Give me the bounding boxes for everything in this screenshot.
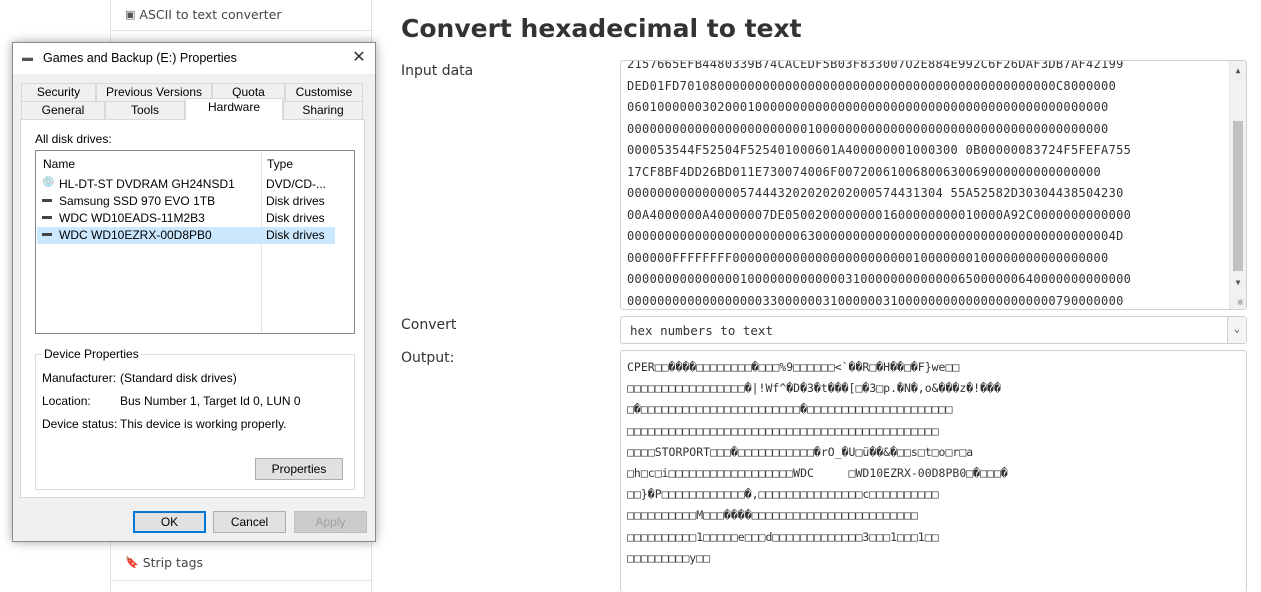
optical-drive-icon: 💿: [42, 177, 55, 188]
drive-row-selected[interactable]: ▬ WDC WD10EZRX-00D8PB0 Disk drives: [37, 227, 335, 244]
disk-drive-icon: ▬: [42, 228, 52, 239]
tab-security[interactable]: Security: [21, 83, 96, 101]
properties-dialog: ▬ Games and Backup (E:) Properties ✕ Sec…: [12, 42, 376, 542]
input-label: Input data: [401, 63, 474, 79]
drive-type: Disk drives: [266, 194, 325, 208]
page-title: Convert hexadecimal to text: [401, 14, 802, 43]
input-text: 2157665EFB4480339B74CACEDF5B03F833007O2E…: [627, 60, 1132, 308]
dialog-titlebar[interactable]: ▬ Games and Backup (E:) Properties ✕: [13, 43, 375, 74]
drive-type: Disk drives: [266, 228, 325, 242]
drive-name: WDC WD10EADS-11M2B3: [59, 211, 205, 225]
device-status-label: Device status:: [42, 417, 118, 431]
sidebar-item-ascii-to-text[interactable]: ▣ ASCII to text converter: [125, 7, 282, 22]
manufacturer-value: (Standard disk drives): [120, 371, 237, 385]
hardware-panel: All disk drives: Name Type 💿 HL-DT-ST DV…: [20, 119, 365, 498]
convert-label: Convert: [401, 317, 457, 333]
convert-select[interactable]: hex numbers to text ⌄: [620, 316, 1247, 344]
device-properties-button[interactable]: Properties: [255, 458, 343, 480]
drive-row[interactable]: 💿 HL-DT-ST DVDRAM GH24NSD1 DVD/CD-...: [37, 176, 335, 193]
divider: [111, 30, 371, 31]
scroll-up-icon[interactable]: ▲: [1230, 63, 1246, 79]
column-name[interactable]: Name: [43, 157, 75, 171]
drive-row[interactable]: ▬ Samsung SSD 970 EVO 1TB Disk drives: [37, 193, 335, 210]
apply-button[interactable]: Apply: [294, 511, 367, 533]
tab-sharing[interactable]: Sharing: [283, 101, 363, 119]
drive-name: WDC WD10EZRX-00D8PB0: [59, 228, 212, 242]
disk-drive-icon: ▬: [42, 211, 52, 222]
scroll-thumb[interactable]: [1233, 121, 1243, 271]
drive-row[interactable]: ▬ WDC WD10EADS-11M2B3 Disk drives: [37, 210, 335, 227]
manufacturer-label: Manufacturer:: [42, 371, 117, 385]
tag-icon: 🔖: [125, 556, 139, 569]
chevron-down-icon[interactable]: ⌄: [1227, 317, 1246, 343]
sidebar-item-label: Strip tags: [142, 555, 204, 570]
all-disk-drives-label: All disk drives:: [35, 132, 112, 146]
sidebar-item-label: ASCII to text converter: [139, 7, 282, 22]
tab-general[interactable]: General: [21, 101, 105, 119]
location-value: Bus Number 1, Target Id 0, LUN 0: [120, 394, 301, 408]
resize-grip-icon[interactable]: ⋇: [1236, 298, 1244, 308]
device-status-value: This device is working properly.: [120, 417, 287, 431]
cancel-button[interactable]: Cancel: [213, 511, 286, 533]
output-text: CPER□□����□□□□□□□□�□□□%9□□□□□□<`��R□�H��…: [627, 360, 1008, 565]
drive-name: Samsung SSD 970 EVO 1TB: [59, 194, 216, 208]
tab-tools[interactable]: Tools: [105, 101, 185, 119]
ascii-icon: ▣: [125, 8, 136, 21]
input-scrollbar[interactable]: ▲ ▼: [1229, 61, 1246, 309]
output-label: Output:: [401, 350, 455, 366]
close-icon[interactable]: ✕: [343, 43, 375, 74]
input-textarea[interactable]: 2157665EFB4480339B74CACEDF5B03F833007O2E…: [620, 60, 1247, 310]
list-header: Name Type: [36, 151, 354, 175]
tab-hardware[interactable]: Hardware: [185, 98, 283, 120]
scroll-down-icon[interactable]: ▼: [1230, 275, 1246, 291]
sidebar-item-strip-tags[interactable]: 🔖 Strip tags: [125, 555, 203, 570]
disk-drive-icon: ▬: [42, 194, 52, 205]
device-properties-title: Device Properties: [42, 347, 141, 361]
device-properties-group: Device Properties Manufacturer: (Standar…: [35, 347, 355, 490]
ok-button[interactable]: OK: [133, 511, 206, 533]
divider: [111, 580, 371, 581]
drive-list[interactable]: Name Type 💿 HL-DT-ST DVDRAM GH24NSD1 DVD…: [35, 150, 355, 334]
drive-icon: ▬: [22, 52, 33, 64]
output-textarea[interactable]: CPER□□����□□□□□□□□�□□□%9□□□□□□<`��R□�H��…: [620, 350, 1247, 592]
tab-customise[interactable]: Customise: [285, 83, 363, 101]
column-type[interactable]: Type: [267, 157, 293, 171]
dialog-title: Games and Backup (E:) Properties: [43, 51, 237, 65]
drive-type: Disk drives: [266, 211, 325, 225]
convert-selected-value: hex numbers to text: [630, 323, 773, 338]
location-label: Location:: [42, 394, 91, 408]
drive-name: HL-DT-ST DVDRAM GH24NSD1: [59, 177, 235, 191]
drive-type: DVD/CD-...: [266, 177, 326, 191]
